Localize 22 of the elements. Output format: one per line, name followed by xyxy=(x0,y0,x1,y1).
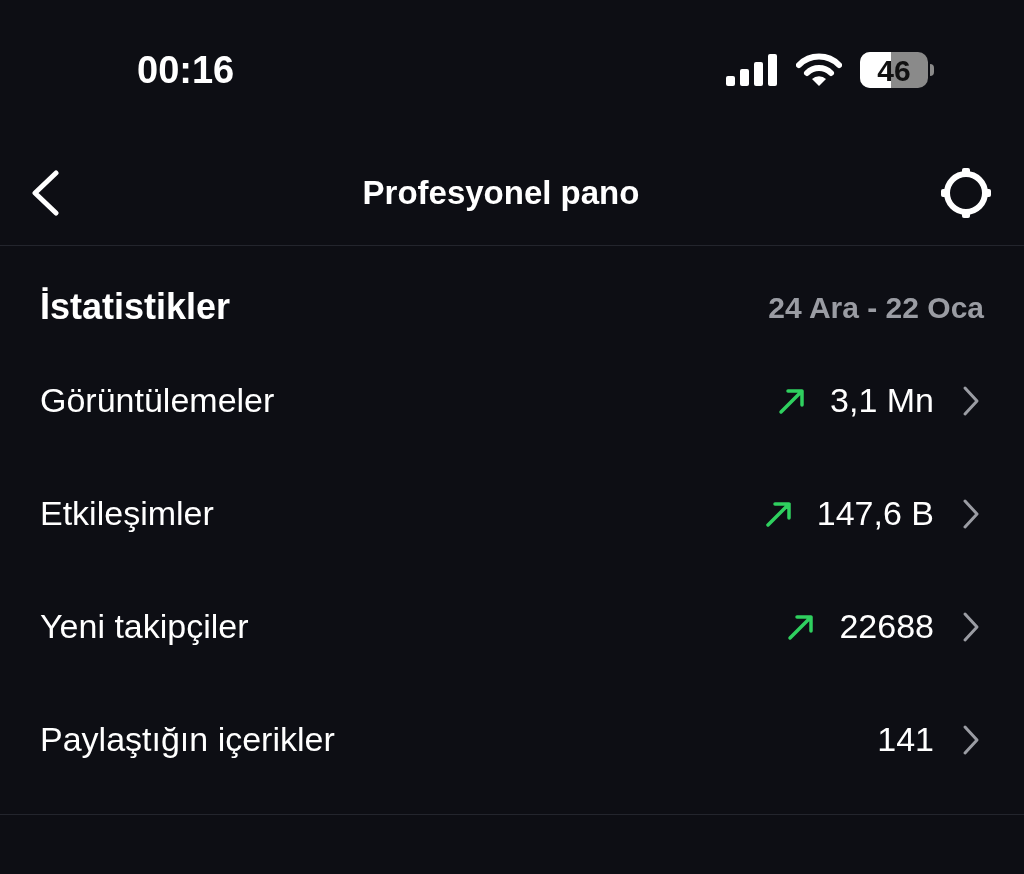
stat-value: 3,1 Mn xyxy=(830,380,934,421)
stat-label: Görüntülemeler xyxy=(40,380,275,421)
status-time: 00:16 xyxy=(137,47,235,93)
chevron-right-icon xyxy=(962,497,980,530)
date-range: 24 Ara - 22 Oca xyxy=(768,289,984,326)
chevron-right-icon xyxy=(962,610,980,643)
stat-row[interactable]: Etkileşimler 147,6 B xyxy=(0,457,1024,570)
stat-row[interactable]: Yeni takipçiler 22688 xyxy=(0,570,1024,683)
chevron-right-icon xyxy=(962,723,980,756)
stat-label: Etkileşimler xyxy=(40,493,214,534)
page-title: Profesyonel pano xyxy=(362,172,640,213)
section-title: İstatistikler xyxy=(40,285,231,329)
signal-icon xyxy=(726,54,778,86)
stat-row[interactable]: Görüntülemeler 3,1 Mn xyxy=(0,344,1024,457)
chevron-right-icon xyxy=(962,384,980,417)
stat-label: Paylaştığın içerikler xyxy=(40,719,335,760)
stat-label: Yeni takipçiler xyxy=(40,606,249,647)
stat-row[interactable]: Paylaştığın içerikler 141 xyxy=(0,683,1024,796)
wifi-icon xyxy=(796,53,842,87)
stat-value: 22688 xyxy=(839,606,934,647)
stat-value: 141 xyxy=(877,719,934,760)
stat-value: 147,6 B xyxy=(816,493,934,534)
